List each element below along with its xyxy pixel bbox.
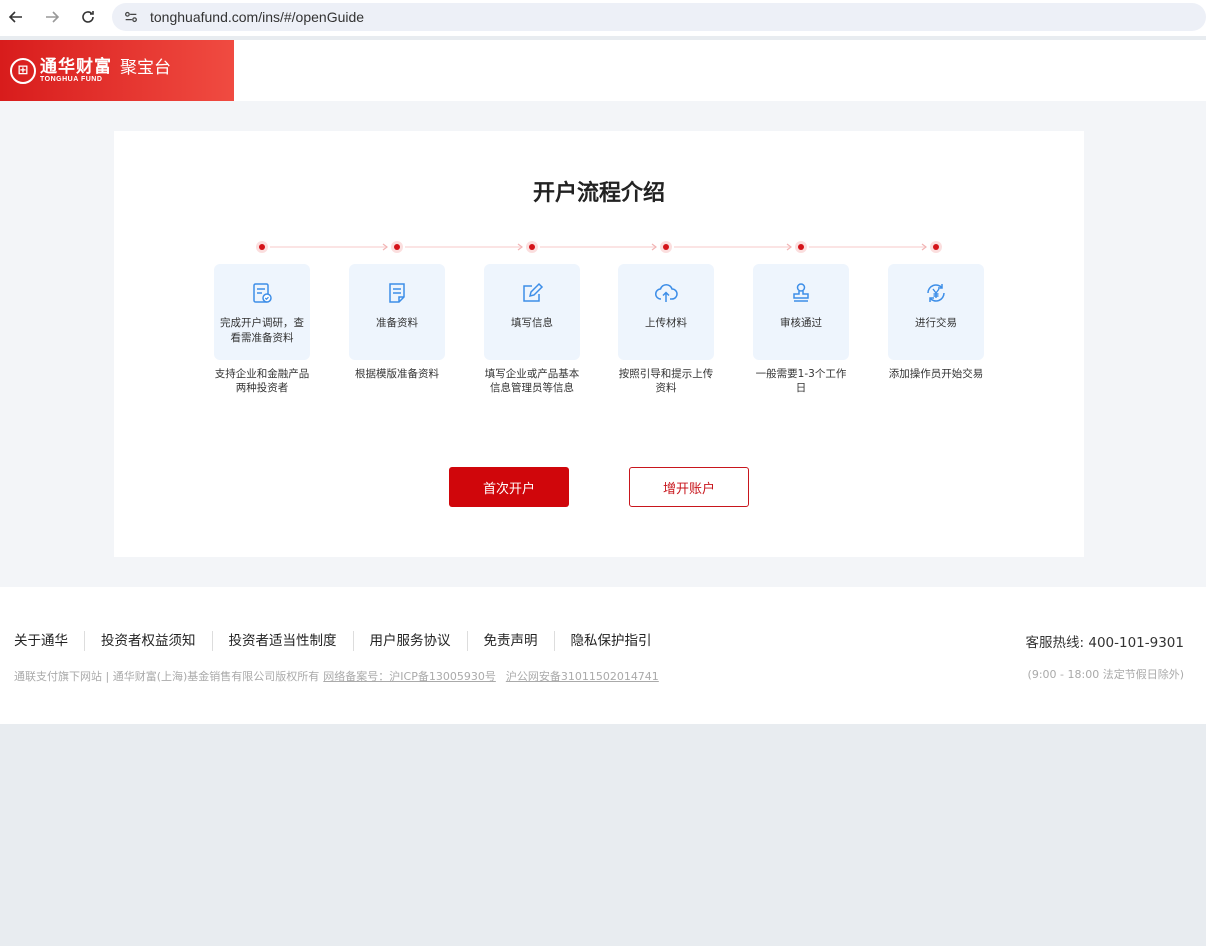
chevron-right-icon <box>651 243 657 251</box>
footer-link[interactable]: 免责声明 <box>466 631 554 651</box>
logo-sub-text: 聚宝台 <box>120 58 171 78</box>
step-card: 填写信息 <box>484 264 580 360</box>
step-dot <box>391 241 403 253</box>
copyright: 通联支付旗下网站 | 通华财富(上海)基金销售有限公司版权所有 网络备案号：沪I… <box>14 668 659 684</box>
step-card: 准备资料 <box>349 264 445 360</box>
cloud-upload-icon <box>653 280 679 306</box>
step-description: 支持企业和金融产品两种投资者 <box>214 368 310 394</box>
chevron-right-icon <box>921 243 927 251</box>
step-timeline <box>114 241 1084 253</box>
forward-arrow-icon <box>46 11 60 23</box>
step-connector <box>270 246 387 248</box>
reload-icon <box>82 11 94 23</box>
page-background <box>0 724 1206 946</box>
footer-link[interactable]: 用户服务协议 <box>352 631 467 651</box>
guide-card: 开户流程介绍 完成开户调研，查看需准备资料 支持企业和金融产品两种投资者 准备资料根… <box>114 131 1084 557</box>
step-card: 进行交易 <box>888 264 984 360</box>
step-card: 完成开户调研，查看需准备资料 <box>214 264 310 360</box>
step-card: 上传材料 <box>618 264 714 360</box>
logo[interactable]: ⊞ 通华财富 TONGHUA FUND 聚宝台 <box>0 40 234 101</box>
checklist-icon <box>249 280 275 306</box>
forward-button[interactable] <box>41 6 63 28</box>
yuan-exchange-icon <box>923 280 949 306</box>
footer: 关于通华 投资者权益须知 投资者适当性制度 用户服务协议 免责声明 隐私保护指引 客服热线… <box>0 587 1206 724</box>
hotline: 客服热线: 400-101-9301 <box>1025 635 1184 651</box>
step-dot <box>660 241 672 253</box>
step-dot <box>795 241 807 253</box>
logo-cn-text: 通华财富 <box>40 56 112 77</box>
step-label: 审核通过 <box>780 317 822 329</box>
step-connector <box>674 246 791 248</box>
add-account-button[interactable]: 增开账户 <box>629 467 749 507</box>
step-connector <box>405 246 522 248</box>
edit-icon <box>519 280 545 306</box>
chevron-right-icon <box>517 243 523 251</box>
browser-toolbar: tonghuafund.com/ins/#/openGuide <box>0 0 1206 36</box>
step-dot <box>930 241 942 253</box>
logo-mark-icon: ⊞ <box>10 57 36 84</box>
service-hours: (9:00 - 18:00 法定节假日除外) <box>1027 668 1184 681</box>
site-settings-icon[interactable] <box>122 8 140 26</box>
footer-link[interactable]: 关于通华 <box>14 631 84 651</box>
step-dot <box>526 241 538 253</box>
back-button[interactable] <box>5 6 27 28</box>
chevron-right-icon <box>382 243 388 251</box>
reload-button[interactable] <box>77 6 99 28</box>
step-label: 完成开户调研，查看需准备资料 <box>220 317 304 344</box>
first-account-button[interactable]: 首次开户 <box>449 467 569 507</box>
step-description: 填写企业或产品基本信息管理员等信息 <box>484 368 580 394</box>
footer-link[interactable]: 投资者适当性制度 <box>211 631 353 651</box>
footer-links: 关于通华 投资者权益须知 投资者适当性制度 用户服务协议 免责声明 隐私保护指引 <box>14 631 668 651</box>
step-dot <box>256 241 268 253</box>
stamp-icon <box>788 280 814 306</box>
url-text[interactable]: tonghuafund.com/ins/#/openGuide <box>150 9 364 25</box>
logo-en-text: TONGHUA FUND <box>40 75 103 83</box>
copyright-text: 通联支付旗下网站 | 通华财富(上海)基金销售有限公司版权所有 <box>14 670 320 683</box>
step-connector <box>540 246 656 248</box>
footer-link[interactable]: 投资者权益须知 <box>84 631 212 651</box>
step-description: 按照引导和提示上传资料 <box>618 368 714 394</box>
step-label: 进行交易 <box>915 317 957 329</box>
step-label: 准备资料 <box>376 317 418 329</box>
step-description: 一般需要1-3个工作日 <box>755 368 847 394</box>
page-title: 开户流程介绍 <box>532 181 665 206</box>
step-connector <box>809 246 926 248</box>
footer-link[interactable]: 隐私保护指引 <box>553 631 668 651</box>
back-arrow-icon <box>8 11 22 23</box>
step-card: 审核通过 <box>753 264 849 360</box>
step-description: 根据模版准备资料 <box>355 368 439 380</box>
step-label: 上传材料 <box>645 317 687 329</box>
step-description: 添加操作员开始交易 <box>888 368 984 380</box>
step-label: 填写信息 <box>511 317 553 329</box>
icp-link[interactable]: 网络备案号：沪ICP备13005930号 <box>323 668 496 684</box>
address-bar[interactable]: tonghuafund.com/ins/#/openGuide <box>112 3 1206 31</box>
chevron-right-icon <box>786 243 792 251</box>
police-link[interactable]: 沪公网安备31011502014741 <box>506 668 659 684</box>
site-header: ⊞ 通华财富 TONGHUA FUND 聚宝台 <box>0 40 1206 101</box>
document-icon <box>384 280 410 306</box>
